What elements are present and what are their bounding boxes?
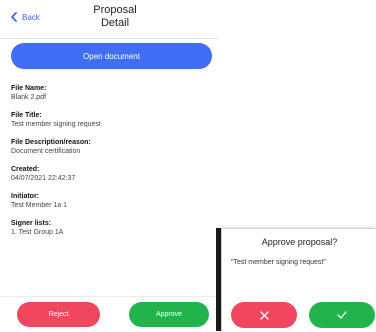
field-value: 04/07/2021 22:42:37 bbox=[11, 175, 76, 182]
approve-dialog: Approve proposal? "Test member signing r… bbox=[221, 228, 376, 332]
field-value: Test Member 1a 1 bbox=[11, 202, 68, 209]
back-label: Back bbox=[22, 12, 40, 22]
reject-button[interactable]: Reject bbox=[17, 302, 100, 327]
field-value: Blank 2.pdf bbox=[11, 94, 47, 101]
dialog-title: Approve proposal? bbox=[261, 237, 338, 247]
field-label: Signer lists: bbox=[11, 220, 52, 227]
field-label: File Name: bbox=[11, 85, 47, 92]
proposal-detail-screen: Back Proposal Detail Open document File … bbox=[0, 0, 218, 331]
approve-button[interactable]: Approve bbox=[129, 302, 209, 327]
field-file-description: File Description/reason: Document certif… bbox=[11, 138, 211, 165]
dialog-confirm-button[interactable] bbox=[309, 302, 375, 328]
field-label: File Title: bbox=[11, 112, 42, 119]
back-button[interactable]: Back bbox=[10, 12, 40, 22]
field-initiator: Initiator: Test Member 1a 1 bbox=[11, 192, 211, 219]
field-label: Initiator: bbox=[11, 193, 39, 200]
field-value: Document certification bbox=[11, 148, 81, 155]
page-title-line2: Detail bbox=[100, 17, 130, 29]
field-value: Test member signing request bbox=[11, 121, 101, 128]
field-label: Created: bbox=[11, 166, 40, 173]
field-signer-lists: Signer lists: 1. Test Group 1A bbox=[11, 219, 211, 246]
field-created: Created: 04/07/2021 22:42:37 bbox=[11, 165, 211, 192]
header: Back Proposal Detail bbox=[0, 0, 218, 39]
dialog-message: "Test member signing request" bbox=[231, 259, 326, 266]
dialog-cancel-button[interactable] bbox=[231, 302, 297, 328]
field-value: 1. Test Group 1A bbox=[11, 229, 64, 236]
close-icon bbox=[259, 310, 269, 320]
field-file-title: File Title: Test member signing request bbox=[11, 111, 211, 138]
page-title: Proposal Detail bbox=[60, 4, 170, 30]
checkmark-icon bbox=[337, 311, 347, 319]
open-document-button[interactable]: Open document bbox=[11, 43, 212, 69]
actions-divider bbox=[0, 296, 218, 297]
chevron-left-icon bbox=[10, 12, 17, 22]
page-title-line1: Proposal bbox=[93, 4, 137, 16]
proposal-fields: File Name: Blank 2.pdf File Title: Test … bbox=[11, 84, 211, 246]
field-label: File Description/reason: bbox=[11, 139, 91, 146]
field-file-name: File Name: Blank 2.pdf bbox=[11, 84, 211, 111]
